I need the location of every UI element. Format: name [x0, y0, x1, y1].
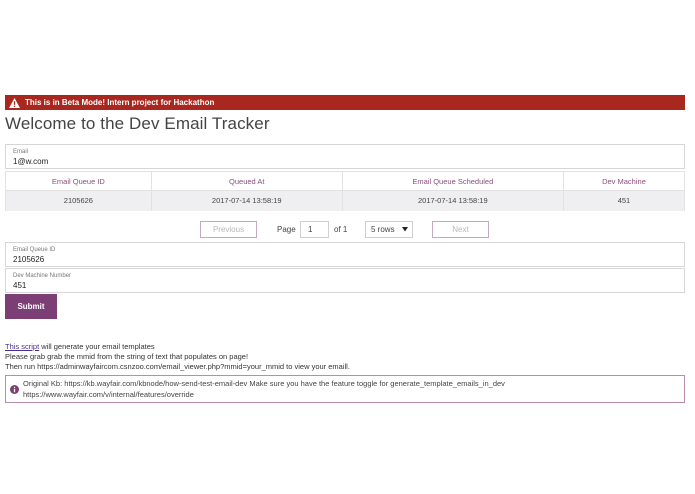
table-header-row: Email Queue ID Queued At Email Queue Sch…	[5, 171, 686, 191]
email-field[interactable]: Email 1@w.com	[5, 144, 685, 169]
email-queue-id-label: Email Queue ID	[13, 247, 56, 253]
instructions-line-1: This script will generate your email tem…	[5, 342, 350, 352]
rows-per-page-value: 5 rows	[371, 225, 395, 234]
column-header-queued-at[interactable]: Queued At	[150, 171, 343, 191]
email-field-label: Email	[13, 149, 29, 155]
chevron-down-icon	[402, 227, 408, 232]
previous-button[interactable]: Previous	[200, 221, 257, 238]
cell-email-queue-id: 2105626	[5, 190, 152, 211]
callout-line-1: Original Kb: https://kb.wayfair.com/kbno…	[23, 379, 505, 388]
pagination: Previous Page 1 of 1 5 rows Next	[0, 221, 695, 239]
rows-per-page-select[interactable]: 5 rows	[365, 221, 413, 238]
instructions-line-3: Then run https://adminwayfaircom.csnzoo.…	[5, 362, 350, 371]
beta-banner: This is in Beta Mode! Intern project for…	[5, 95, 685, 110]
page-title: Welcome to the Dev Email Tracker	[5, 114, 270, 133]
instructions-line-1-text: will generate your email templates	[39, 342, 155, 351]
cell-email-queue-scheduled: 2017-07-14 13:58:19	[341, 190, 564, 211]
instructions-line-2: Please grab grab the mmid from the strin…	[5, 352, 249, 361]
next-button[interactable]: Next	[432, 221, 489, 238]
cell-queued-at: 2017-07-14 13:58:19	[150, 190, 343, 211]
email-queue-id-field[interactable]: Email Queue ID 2105626	[5, 242, 685, 267]
column-header-email-queue-scheduled[interactable]: Email Queue Scheduled	[341, 171, 564, 191]
column-header-email-queue-id[interactable]: Email Queue ID	[5, 171, 152, 191]
table-row[interactable]: 2105626 2017-07-14 13:58:19 2017-07-14 1…	[5, 190, 686, 211]
page-label: Page	[277, 225, 296, 234]
dev-machine-number-field[interactable]: Dev Machine Number 451	[5, 268, 685, 293]
warning-icon	[9, 97, 20, 108]
kb-callout: Original Kb: https://kb.wayfair.com/kbno…	[5, 375, 685, 403]
instructions: This script will generate your email tem…	[5, 342, 350, 372]
page-count-label: of 1	[334, 225, 348, 234]
email-field-value[interactable]: 1@w.com	[13, 156, 684, 167]
dev-machine-number-label: Dev Machine Number	[13, 273, 72, 279]
page-number-input[interactable]: 1	[300, 221, 329, 238]
submit-button[interactable]: Submit	[5, 294, 57, 319]
banner-text: This is in Beta Mode! Intern project for…	[25, 98, 215, 107]
info-icon	[10, 385, 19, 394]
email-queue-id-value[interactable]: 2105626	[13, 254, 684, 265]
column-header-dev-machine[interactable]: Dev Machine	[562, 171, 686, 191]
script-link[interactable]: This script	[5, 342, 39, 351]
dev-machine-number-value[interactable]: 451	[13, 280, 684, 291]
cell-dev-machine: 451	[562, 190, 686, 211]
email-queue-table: Email Queue ID Queued At Email Queue Sch…	[5, 171, 686, 211]
callout-line-2: https://www.wayfair.com/v/internal/featu…	[23, 389, 194, 399]
